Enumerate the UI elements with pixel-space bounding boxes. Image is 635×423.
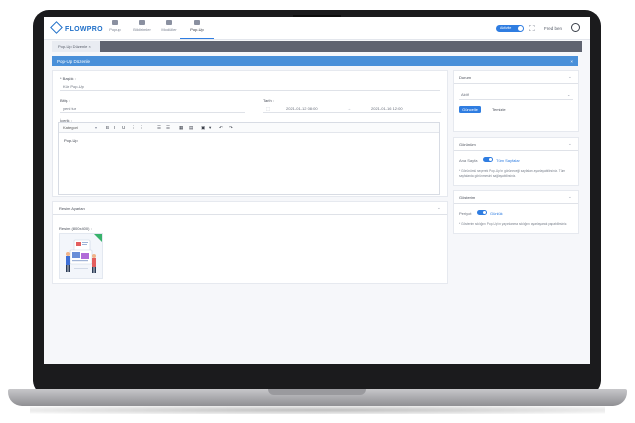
panel-divider — [454, 150, 578, 151]
toggle-knob — [488, 157, 493, 162]
visibility-panel: Görünüm ⌄ Ana Sayfa Tüm Sayfalar * Görün… — [453, 137, 579, 186]
start-underline — [60, 112, 245, 113]
update-button[interactable]: Güncelle — [459, 106, 481, 113]
align-center-button[interactable]: ☰ — [166, 125, 170, 131]
flag-icon — [139, 20, 145, 25]
title-input[interactable]: Kür Pop-Up — [63, 84, 84, 89]
arrow-right-icon: → — [347, 106, 351, 111]
nav-item-popup-active[interactable]: Pop-Up — [180, 20, 214, 39]
fullscreen-icon[interactable]: ⛶ — [529, 24, 535, 34]
editor-content[interactable]: Pop-Up — [64, 138, 78, 143]
display-toggle[interactable] — [477, 210, 487, 215]
redo-icon[interactable]: ↷ — [229, 125, 233, 131]
nav-label: Modüller — [161, 27, 177, 32]
page-title: Pop-Up Düzenle — [57, 58, 91, 64]
laptop-groove — [268, 389, 366, 395]
date-end-input[interactable]: 2021-01-16 12:00 — [371, 106, 403, 111]
visibility-toggle-label: Tüm Sayfalar — [496, 158, 520, 163]
undo-icon[interactable]: ↶ — [219, 125, 223, 131]
visibility-note: * Görünümü seçerek Pop-Up'ın görüneceği … — [459, 169, 566, 178]
nav-label: Bildirimler — [133, 27, 151, 32]
toggle-label: Aktivite — [500, 26, 512, 30]
date-underline — [263, 112, 441, 113]
visibility-toggle[interactable] — [483, 157, 493, 162]
title-underline — [60, 90, 440, 91]
illustration-icon — [66, 234, 102, 273]
visibility-prefix: Ana Sayfa — [459, 158, 478, 163]
rich-text-editor[interactable]: Kategori ▾ B I U ⋮ ⋮ ☰ ☰ ▦ ▤ ▣ ▾ ↶ ↷ Pop… — [58, 122, 440, 195]
panel-divider — [454, 203, 578, 204]
date-start-input[interactable]: 2021-01-12 08:00 — [286, 106, 318, 111]
list-button[interactable]: ⋮ — [131, 125, 136, 131]
image-button[interactable]: ▤ — [189, 125, 193, 131]
chevron-down-icon[interactable]: ▾ — [95, 125, 97, 130]
start-input[interactable]: yeni tur — [63, 106, 76, 111]
panel-divider — [53, 214, 447, 215]
chevron-down-icon: ⌄ — [567, 92, 571, 97]
date-label: Tarih : — [263, 98, 274, 103]
image-label: Resim (800x400) : — [59, 226, 92, 231]
display-panel: Gösterim ⌄ Periyot Günlük * Gösterim sık… — [453, 190, 579, 234]
title-label: * Başlık : — [60, 76, 76, 81]
close-icon[interactable]: × — [570, 59, 573, 64]
user-name: Fred ben — [544, 26, 563, 31]
style-dropdown[interactable]: Kategori — [63, 125, 78, 130]
popup-image-thumbnail[interactable] — [59, 233, 103, 279]
editor-toolbar: Kategori ▾ B I U ⋮ ⋮ ☰ ☰ ▦ ▤ ▣ ▾ ↶ ↷ — [59, 123, 439, 133]
user-avatar-icon[interactable] — [571, 23, 580, 32]
image-settings-title: Resim Ayarları — [59, 206, 85, 211]
top-bar: FLOWPRO Popup Bildirimler Modüller Pop-U… — [44, 17, 590, 40]
activity-toggle[interactable]: Aktivite — [496, 25, 524, 32]
grid-icon — [166, 20, 172, 25]
calendar-icon[interactable]: ⬚ — [266, 106, 270, 111]
list-ordered-button[interactable]: ⋮ — [139, 125, 144, 131]
underline-button[interactable]: U — [122, 125, 125, 130]
chevron-down-icon[interactable]: ⌄ — [568, 194, 572, 200]
visibility-title: Görünüm — [459, 142, 476, 147]
start-label: Bitiş : — [60, 98, 70, 103]
status-select-value: Aktif — [461, 92, 469, 97]
laptop-shadow — [30, 406, 605, 414]
bold-button[interactable]: B — [106, 125, 109, 130]
nav-label: Popup — [109, 27, 121, 32]
chevron-down-icon[interactable]: ⌄ — [568, 141, 572, 147]
display-prefix: Periyot — [459, 211, 472, 216]
display-toggle-label: Günlük — [490, 211, 503, 216]
status-title: Durum — [459, 75, 472, 80]
toggle-knob — [518, 26, 523, 31]
status-panel: Durum ⌄ Aktif ⌄ Güncelle Temizle — [453, 70, 579, 132]
logo-icon — [50, 21, 63, 34]
app-logo[interactable]: FLOWPRO — [50, 21, 103, 34]
italic-button[interactable]: I — [114, 125, 115, 130]
popup-icon — [194, 20, 200, 25]
more-dropdown[interactable]: ▾ — [209, 125, 211, 131]
chevron-down-icon[interactable]: ⌄ — [568, 74, 572, 80]
page-header: Pop-Up Düzenle × — [52, 56, 578, 66]
toggle-knob — [482, 210, 487, 215]
home-icon — [112, 20, 118, 25]
table-button[interactable]: ▦ — [179, 125, 183, 131]
image-settings-panel: Resim Ayarları ⌄ Resim (800x400) : — [52, 201, 448, 284]
align-left-button[interactable]: ☰ — [157, 125, 161, 131]
tab-strip: Pop-Up Düzenle × — [52, 41, 582, 52]
panel-divider — [454, 83, 578, 84]
nav-label: Pop-Up — [190, 27, 204, 32]
status-select[interactable]: Aktif ⌄ — [459, 91, 573, 100]
display-note: * Gösterim sıklığını Pop-Up'ın yayınlanm… — [459, 222, 568, 226]
chevron-down-icon[interactable]: ⌄ — [437, 205, 441, 211]
media-button[interactable]: ▣ — [201, 125, 205, 131]
display-title: Gösterim — [459, 195, 476, 200]
tab-label: Pop-Up Düzenle — [58, 44, 88, 49]
app-screen: FLOWPRO Popup Bildirimler Modüller Pop-U… — [44, 17, 590, 364]
clear-button[interactable]: Temizle — [492, 107, 506, 112]
tab-popup-edit[interactable]: Pop-Up Düzenle × — [52, 41, 100, 52]
